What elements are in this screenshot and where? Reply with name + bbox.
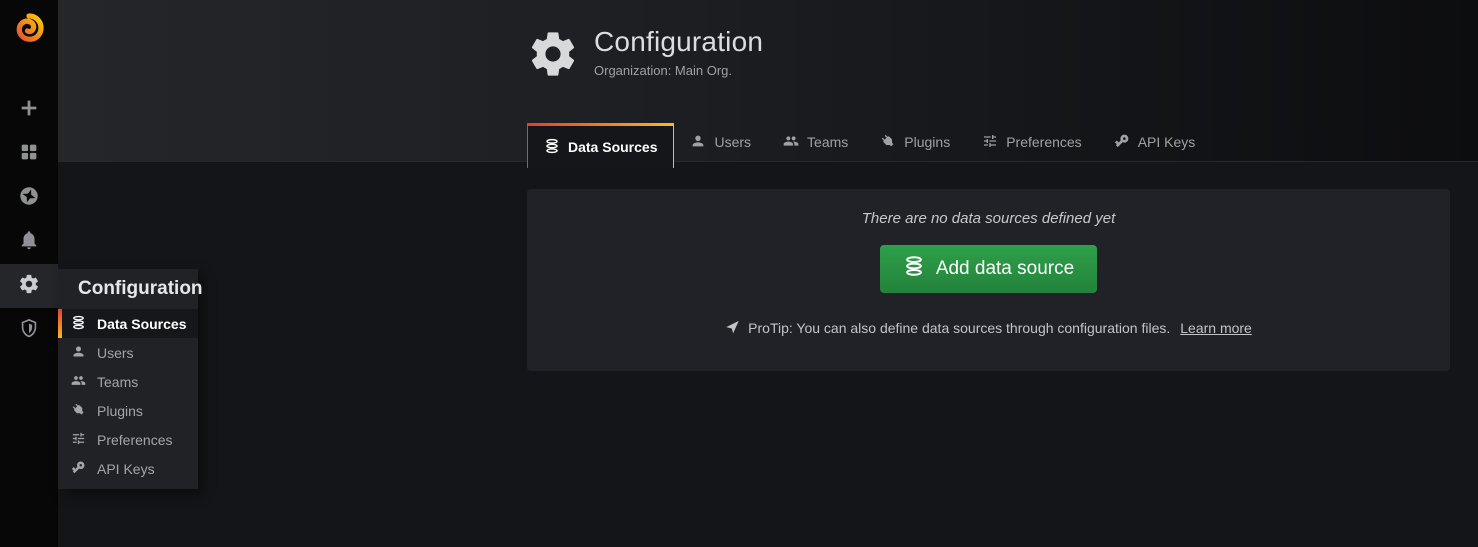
key-icon [71, 460, 86, 478]
flyout-item-api-keys[interactable]: API Keys [58, 454, 198, 483]
plug-icon [71, 402, 86, 420]
gear-icon [18, 273, 40, 300]
bell-icon [18, 229, 40, 256]
compass-icon [18, 185, 40, 212]
add-data-source-button[interactable]: Add data source [880, 245, 1097, 293]
side-menu [0, 0, 58, 547]
flyout-item-preferences[interactable]: Preferences [58, 425, 198, 454]
tab-label: Preferences [1006, 134, 1081, 150]
tab-api-keys[interactable]: API Keys [1098, 123, 1212, 161]
flyout-item-label: Teams [97, 374, 138, 390]
tab-data-sources[interactable]: Data Sources [527, 123, 674, 168]
database-icon [71, 315, 86, 333]
sidebar-item-configuration[interactable] [0, 264, 58, 308]
team-icon [71, 373, 86, 391]
protip-row: ProTip: You can also define data sources… [725, 319, 1252, 337]
flyout-item-teams[interactable]: Teams [58, 367, 198, 396]
page-header: Configuration Organization: Main Org. [527, 26, 763, 80]
sidebar-item-explore[interactable] [0, 176, 58, 220]
page-title: Configuration [594, 26, 763, 58]
flyout-item-label: Users [97, 345, 134, 361]
flyout-item-plugins[interactable]: Plugins [58, 396, 198, 425]
tab-plugins[interactable]: Plugins [864, 123, 966, 161]
gear-icon [527, 28, 579, 80]
sidebar-item-dashboards[interactable] [0, 132, 58, 176]
tab-label: Plugins [904, 134, 950, 150]
plug-icon [880, 133, 896, 152]
rocket-icon [725, 319, 740, 337]
configuration-flyout-menu: Configuration Data Sources Users Teams P… [58, 269, 198, 489]
user-icon [690, 133, 706, 152]
flyout-item-users[interactable]: Users [58, 338, 198, 367]
page-subtitle: Organization: Main Org. [594, 63, 763, 78]
protip-text: ProTip: You can also define data sources… [748, 320, 1170, 336]
tab-bar: Data Sources Users Teams Plugins Prefere… [527, 123, 1211, 161]
tab-label: API Keys [1138, 134, 1196, 150]
shield-icon [18, 317, 40, 344]
key-icon [1114, 133, 1130, 152]
flyout-item-label: Preferences [97, 432, 172, 448]
add-data-source-label: Add data source [936, 258, 1074, 280]
tab-label: Teams [807, 134, 848, 150]
tab-teams[interactable]: Teams [767, 123, 864, 161]
user-icon [71, 344, 86, 362]
grafana-app: Configuration Organization: Main Org. Da… [0, 0, 1478, 547]
tab-label: Users [714, 134, 751, 150]
data-sources-empty-panel: There are no data sources defined yet Ad… [527, 189, 1450, 371]
flyout-title: Configuration [58, 269, 198, 309]
sliders-icon [982, 133, 998, 152]
tab-label: Data Sources [568, 139, 657, 155]
grafana-logo-icon[interactable] [0, 0, 58, 56]
database-icon [544, 138, 560, 157]
flyout-item-label: Data Sources [97, 316, 186, 332]
dashboards-grid-icon [18, 141, 40, 168]
plus-icon [18, 97, 40, 124]
sidebar-item-alerting[interactable] [0, 220, 58, 264]
tab-preferences[interactable]: Preferences [966, 123, 1097, 161]
tab-users[interactable]: Users [674, 123, 767, 161]
flyout-item-label: Plugins [97, 403, 143, 419]
learn-more-link[interactable]: Learn more [1180, 320, 1252, 336]
sidebar-item-server-admin[interactable] [0, 308, 58, 352]
empty-state-message: There are no data sources defined yet [862, 210, 1116, 227]
team-icon [783, 133, 799, 152]
flyout-item-label: API Keys [97, 461, 155, 477]
database-icon [903, 255, 925, 283]
flyout-item-data-sources[interactable]: Data Sources [58, 309, 198, 338]
sidebar-item-create[interactable] [0, 88, 58, 132]
sliders-icon [71, 431, 86, 449]
page-header-band: Configuration Organization: Main Org. Da… [58, 0, 1478, 162]
